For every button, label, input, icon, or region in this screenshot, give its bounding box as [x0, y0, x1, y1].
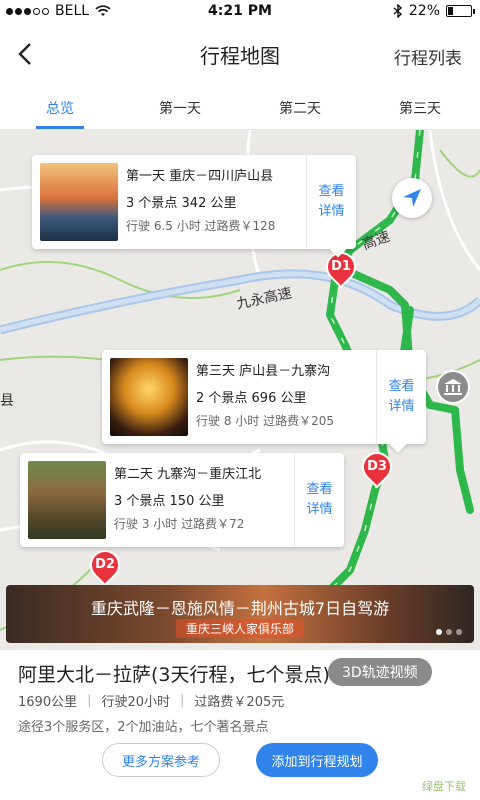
route-title: 阿里大北－拉萨(3天行程，七个景点) — [18, 664, 330, 686]
building-icon — [444, 379, 462, 395]
status-bar: BELL 4:21 PM 22% — [0, 0, 480, 24]
3d-video-button[interactable]: 3D轨迹视频 — [328, 658, 432, 686]
day-3-spots: 2 个景点 696 公里 — [196, 391, 307, 406]
watermark: 绿盘下载 — [422, 780, 466, 793]
day-3-photo — [110, 358, 188, 436]
route-summary-panel: 阿里大北－拉萨(3天行程，七个景点) 3D轨迹视频 1690公里 | 行驶20小… — [0, 650, 480, 800]
tab-overview[interactable]: 总览 — [0, 84, 120, 129]
day-2-photo — [28, 461, 106, 539]
locate-button[interactable] — [392, 178, 432, 218]
route-drive-time: 行驶20小时 — [101, 695, 171, 710]
route-distance: 1690公里 — [18, 695, 78, 710]
battery-icon — [446, 5, 475, 17]
trip-list-link[interactable]: 行程列表 — [394, 44, 462, 69]
day-card-2[interactable]: 第二天 九寨沟－重庆江北 3 个景点 150 公里 行驶 3 小时 过路费￥72… — [20, 453, 344, 547]
banner-subtitle: 重庆三峡人家俱乐部 — [175, 619, 305, 638]
day-2-details-button[interactable]: 查看 详情 — [294, 453, 344, 547]
navigation-arrow-icon — [403, 189, 421, 207]
battery-percent: 22% — [408, 3, 440, 19]
day-2-spots: 3 个景点 150 公里 — [114, 494, 225, 509]
day-2-title: 第二天 九寨沟－重庆江北 — [114, 467, 262, 482]
day-3-details-button[interactable]: 查看 详情 — [376, 350, 426, 444]
day-1-title: 第一天 重庆－四川庐山县 — [126, 169, 274, 184]
map-place-label: 县 — [0, 393, 14, 409]
day-card-1[interactable]: 第一天 重庆－四川庐山县 3 个景点 342 公里 行驶 6.5 小时 过路费￥… — [32, 155, 356, 258]
promo-banner[interactable]: 重庆武隆－恩施风情－荆州古城7日自驾游 重庆三峡人家俱乐部 — [6, 585, 474, 643]
day-3-title: 第三天 庐山县－九寨沟 — [196, 364, 331, 379]
more-plans-button[interactable]: 更多方案参考 — [102, 743, 220, 777]
day-1-drive: 行驶 6.5 小时 过路费￥128 — [126, 219, 276, 233]
day-1-details-button[interactable]: 查看 详情 — [306, 155, 356, 249]
route-stats: 1690公里 | 行驶20小时 | 过路费￥205元 — [18, 693, 285, 710]
route-via: 途径3个服务区，2个加油站，七个著名景点 — [18, 720, 269, 735]
day-2-drive: 行驶 3 小时 过路费￥72 — [114, 517, 245, 531]
nav-bar: 行程地图 行程列表 — [0, 24, 480, 84]
day-1-spots: 3 个景点 342 公里 — [126, 196, 237, 211]
tab-day-two[interactable]: 第二天 — [240, 84, 360, 129]
day-card-3[interactable]: 第三天 庐山县－九寨沟 2 个景点 696 公里 行驶 8 小时 过路费￥205… — [102, 350, 426, 453]
route-toll: 过路费￥205元 — [194, 695, 285, 710]
bluetooth-icon — [393, 4, 402, 18]
day-1-photo — [40, 163, 118, 241]
landmark-icon[interactable] — [436, 370, 470, 404]
add-to-plan-button[interactable]: 添加到行程规划 — [256, 743, 378, 777]
banner-pager — [436, 629, 462, 635]
banner-title: 重庆武隆－恩施风情－荆州古城7日自驾游 — [90, 599, 390, 618]
route-map[interactable]: 九永高速 高速 县 D1 D2 D3 第一天 重庆－四川庐山县 3 个景点 34… — [0, 130, 480, 650]
day-tabs: 总览 第一天 第二天 第三天 — [0, 84, 480, 130]
tab-day-three[interactable]: 第三天 — [360, 84, 480, 129]
day-3-drive: 行驶 8 小时 过路费￥205 — [196, 414, 334, 428]
tab-day-one[interactable]: 第一天 — [120, 84, 240, 129]
